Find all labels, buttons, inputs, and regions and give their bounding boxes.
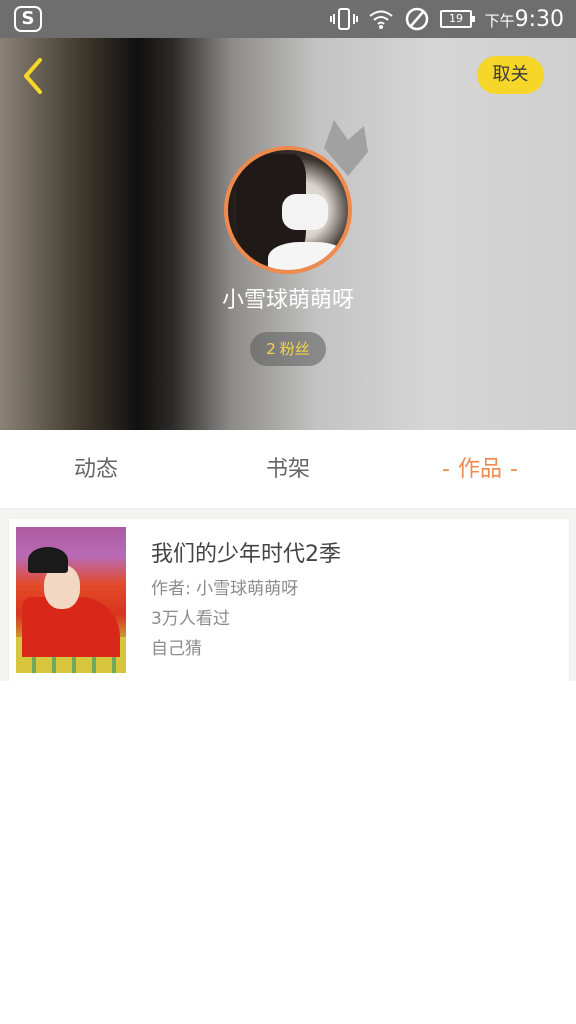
back-arrow-icon[interactable] — [18, 56, 50, 96]
status-bar: S 19 下午9:30 — [0, 0, 576, 38]
tab-works[interactable]: - 作品 - — [384, 430, 576, 508]
clock: 下午9:30 — [485, 6, 564, 35]
tab-activity[interactable]: 动态 — [0, 430, 192, 508]
book-cover-image[interactable] — [16, 527, 126, 673]
avatar[interactable] — [224, 146, 352, 274]
clock-ampm: 下午 — [484, 12, 515, 30]
battery-icon: 19 — [440, 10, 475, 28]
clock-time: 9:30 — [514, 7, 564, 32]
tab-bookshelf[interactable]: 书架 — [192, 430, 384, 508]
wifi-icon — [369, 10, 393, 29]
tab-activity-label: 动态 — [73, 457, 118, 482]
tab-works-label: 作品 — [457, 457, 502, 482]
fans-label: 粉丝 — [279, 340, 310, 358]
book-title[interactable]: 我们的少年时代2季 — [151, 539, 341, 571]
vibrate-icon — [330, 8, 358, 30]
username: 小雪球萌萌呀 — [221, 288, 354, 313]
fans-count: 2 — [266, 340, 276, 358]
tab-active-dash-right: - — [510, 457, 518, 482]
no-sim-icon — [405, 7, 429, 31]
fans-badge[interactable]: 2 粉丝 — [250, 332, 326, 366]
book-views: 3万人看过 — [151, 609, 230, 629]
unfollow-button[interactable]: 取关 — [477, 56, 544, 94]
book-author: 作者: 小雪球萌萌呀 — [151, 579, 299, 599]
tab-active-dash-left: - — [442, 457, 450, 482]
profile-tabs: 动态 书架 - 作品 - — [0, 430, 576, 509]
status-icons: 19 — [330, 6, 475, 32]
profile-header: 取关 小雪球萌萌呀 2 粉丝 — [0, 38, 576, 430]
sogou-app-icon: S — [14, 6, 42, 32]
book-tag: 自己猜 — [151, 639, 202, 659]
tab-bookshelf-label: 书架 — [265, 457, 310, 482]
